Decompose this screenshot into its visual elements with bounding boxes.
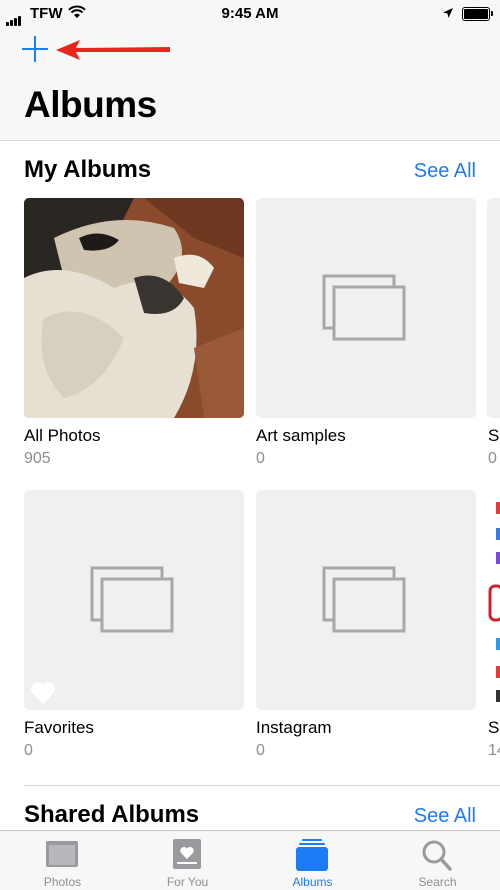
navigation-bar: Albums <box>0 28 500 141</box>
album-name: Art samples <box>256 426 346 445</box>
heart-icon <box>30 682 56 704</box>
album-thumbnail[interactable] <box>24 198 244 418</box>
tab-label: Photos <box>43 875 82 889</box>
album-peek-count: 14 <box>488 742 500 759</box>
album-art-samples[interactable]: Art samples 0 <box>256 198 476 467</box>
album-thumbnail[interactable] <box>256 198 476 418</box>
tab-bar: Photos For You Albums Search <box>0 830 500 890</box>
search-icon <box>422 840 452 871</box>
page-title: Albums <box>24 84 157 125</box>
album-peek-count: 0 <box>488 450 497 467</box>
album-count: 0 <box>24 742 33 759</box>
album-instagram[interactable]: Instagram 0 <box>256 490 476 759</box>
album-peek-name: S <box>488 718 500 737</box>
album-favorites[interactable]: Favorites 0 <box>24 490 244 759</box>
add-album-plus-icon[interactable] <box>22 36 48 62</box>
shared-albums-see-all-link[interactable]: See All <box>414 805 476 828</box>
shared-albums-heading: Shared Albums <box>24 801 200 828</box>
album-count: 0 <box>256 742 265 759</box>
annotation-arrow-icon <box>56 40 170 60</box>
status-bar: TFW 9:45 AM <box>0 0 500 28</box>
album-name: Instagram <box>256 718 332 737</box>
empty-album-icon <box>90 566 174 633</box>
section-divider <box>24 785 500 786</box>
empty-album-icon <box>322 274 406 341</box>
status-time: 9:45 AM <box>221 5 279 22</box>
album-count: 905 <box>24 450 51 467</box>
for-you-icon <box>173 839 201 869</box>
album-thumbnail[interactable] <box>24 490 244 710</box>
album-peek-thumbnail[interactable] <box>487 198 500 418</box>
tab-for-you[interactable]: For You <box>125 831 250 890</box>
album-name: Favorites <box>24 718 94 737</box>
albums-icon <box>296 839 328 871</box>
my-albums-heading: My Albums <box>24 156 152 183</box>
tab-albums[interactable]: Albums <box>250 831 375 890</box>
tab-search[interactable]: Search <box>375 831 500 890</box>
location-arrow-icon <box>443 8 453 18</box>
tab-label: For You <box>166 875 209 889</box>
album-peek-thumbnail[interactable] <box>487 490 500 710</box>
tab-label: Search <box>418 875 457 889</box>
dog-photo <box>24 198 244 418</box>
my-albums-see-all-link[interactable]: See All <box>414 160 476 183</box>
album-count: 0 <box>256 450 265 467</box>
photos-icon <box>46 841 78 867</box>
album-name: All Photos <box>24 426 101 445</box>
tab-label: Albums <box>292 875 333 889</box>
screenshots-preview <box>488 502 500 702</box>
empty-album-icon <box>322 566 406 633</box>
album-peek-name: S <box>488 426 500 445</box>
album-all-photos[interactable]: All Photos 905 <box>24 198 244 467</box>
tab-photos[interactable]: Photos <box>0 831 125 890</box>
battery-icon <box>462 7 493 21</box>
album-thumbnail[interactable] <box>256 490 476 710</box>
